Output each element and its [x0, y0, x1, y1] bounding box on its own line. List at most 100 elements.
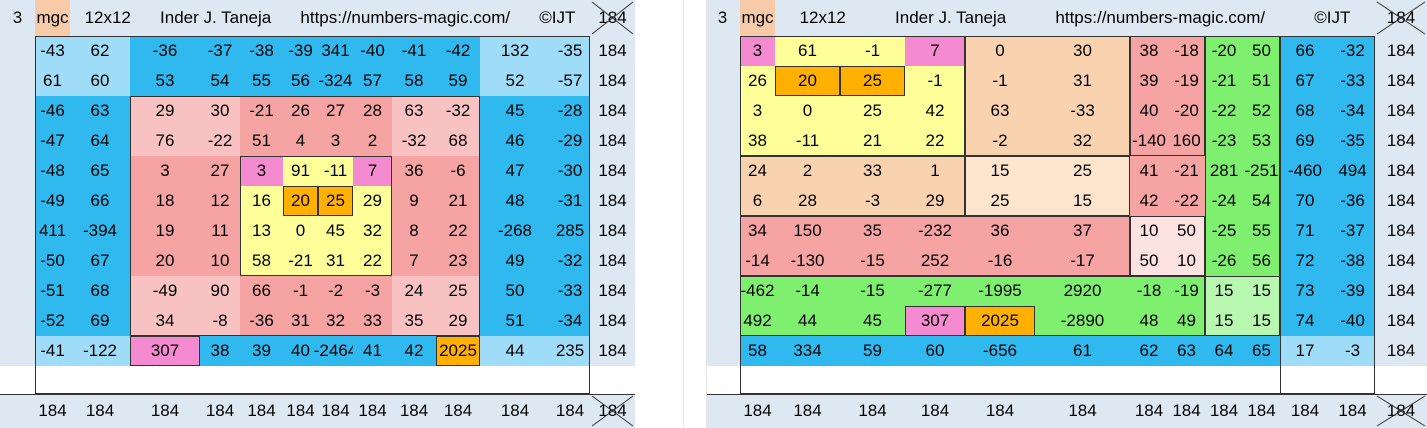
grid-cell: 42: [1130, 186, 1168, 216]
grid-cell: 494: [1330, 156, 1375, 186]
header-copyright: ©IJT: [1314, 8, 1351, 27]
grid-cell: 17: [1280, 336, 1330, 366]
grid-cell: 65: [70, 156, 130, 186]
row-index-cell: [705, 66, 740, 96]
grid-cell: 29: [436, 306, 480, 336]
grid-cell: -324: [318, 66, 353, 96]
grid-cell: 21: [436, 186, 480, 216]
header-size: 12x12: [799, 8, 846, 27]
grid-cell: 64: [70, 126, 130, 156]
row-sum: 184: [590, 36, 635, 66]
row-index: 3: [0, 0, 35, 36]
row-sum: 184: [590, 306, 635, 336]
row-index-cell: [0, 126, 35, 156]
column-sum: 184: [70, 394, 130, 428]
grid-cell: -33: [550, 276, 590, 306]
grid-cell: -40: [353, 36, 392, 66]
header-url[interactable]: https://numbers-magic.com/: [300, 8, 510, 28]
grid-cell: 28: [353, 96, 392, 126]
grid-cell: -20: [1205, 36, 1243, 66]
row-index-cell: [705, 306, 740, 336]
grid-cell: 52: [480, 66, 550, 96]
column-sum: 184: [480, 394, 550, 428]
grid-cell: 58: [392, 66, 436, 96]
grid-cell: 307: [905, 306, 965, 336]
grid-cell: -28: [550, 96, 590, 126]
grid-cell: 3: [240, 156, 283, 186]
grid-cell: -130: [775, 246, 840, 276]
grid-cell: -42: [436, 36, 480, 66]
row-sum: 184: [590, 246, 635, 276]
grid-cell: 20: [130, 246, 200, 276]
grid-cell: 7: [392, 246, 436, 276]
grid-cell: -22: [200, 126, 240, 156]
grid-cell: 49: [480, 246, 550, 276]
row-sum: 184: [1375, 156, 1427, 186]
row-sum: 184: [590, 66, 635, 96]
grid-cell: 42: [392, 336, 436, 366]
grid-cell: 33: [840, 156, 905, 186]
grid-cell: 10: [1130, 216, 1168, 246]
grid-cell: 29: [353, 186, 392, 216]
grid-cell: -14: [775, 276, 840, 306]
grid-cell: 38: [200, 336, 240, 366]
grid-cell: 33: [353, 306, 392, 336]
row-index-cell: [0, 306, 35, 336]
grid-cell: -35: [1330, 126, 1375, 156]
grid-cell: -47: [35, 126, 70, 156]
row-index-cell: [705, 36, 740, 66]
grid-cell: 40: [1130, 96, 1168, 126]
grid-cell: -394: [70, 216, 130, 246]
row-sum: 184: [1375, 216, 1427, 246]
grid-cell: -51: [35, 276, 70, 306]
spreadsheet-view: 3 mgc 12x12 Inder J. Taneja https://numbers-…: [0, 0, 1427, 428]
column-sum: 184: [1168, 394, 1205, 428]
grid-cell: -49: [35, 186, 70, 216]
grid-cell: 15: [1205, 306, 1243, 336]
grid-cell: 58: [740, 336, 775, 366]
grid-cell: 29: [130, 96, 200, 126]
grid-cell: 0: [283, 216, 318, 246]
grid-cell: -36: [240, 306, 283, 336]
grid-cell: -40: [1330, 306, 1375, 336]
grid-cell: -34: [550, 306, 590, 336]
grid-cell: 62: [70, 36, 130, 66]
sum-divider: [705, 394, 1427, 395]
grid-cell: 19: [130, 216, 200, 246]
grid-cell: 411: [35, 216, 70, 246]
grid-cell: 61: [1035, 336, 1130, 366]
grid-cell: -32: [1330, 36, 1375, 66]
grid-cell: -14: [740, 246, 775, 276]
row-index-cell: [0, 276, 35, 306]
grid-cell: -43: [35, 36, 70, 66]
grid-cell: 15: [1205, 276, 1243, 306]
grid-cell: 25: [965, 186, 1035, 216]
grid-cell: 15: [965, 156, 1035, 186]
grid-cell: 45: [480, 96, 550, 126]
grid-cell: -11: [318, 156, 353, 186]
grid-cell: 30: [1035, 36, 1130, 66]
grid-cell: 66: [240, 276, 283, 306]
row-index-cell: [705, 126, 740, 156]
grid-cell: -33: [1035, 96, 1130, 126]
grid-cell: -32: [392, 126, 436, 156]
grid-cell: -3: [840, 186, 905, 216]
grid-cell: 76: [130, 126, 200, 156]
grid-cell: 23: [436, 246, 480, 276]
grid-cell: 68: [1280, 96, 1330, 126]
grid-cell: 3: [740, 36, 775, 66]
header-author: Inder J. Taneja: [160, 8, 272, 27]
column-sum: 184: [1035, 394, 1130, 428]
grid-cell: 72: [1280, 246, 1330, 276]
grid-cell: 7: [905, 36, 965, 66]
grid-cell: 341: [318, 36, 353, 66]
row-index-cell: [0, 66, 35, 96]
grid-cell: 11: [200, 216, 240, 246]
grid-cell: 39: [240, 336, 283, 366]
grid-cell: 4: [283, 126, 318, 156]
grid-cell: -52: [35, 306, 70, 336]
grid-cell: 49: [1168, 306, 1205, 336]
header-url[interactable]: https://numbers-magic.com/: [1055, 8, 1265, 28]
grid-cell: -30: [550, 156, 590, 186]
grid-cell: -25: [1205, 216, 1243, 246]
